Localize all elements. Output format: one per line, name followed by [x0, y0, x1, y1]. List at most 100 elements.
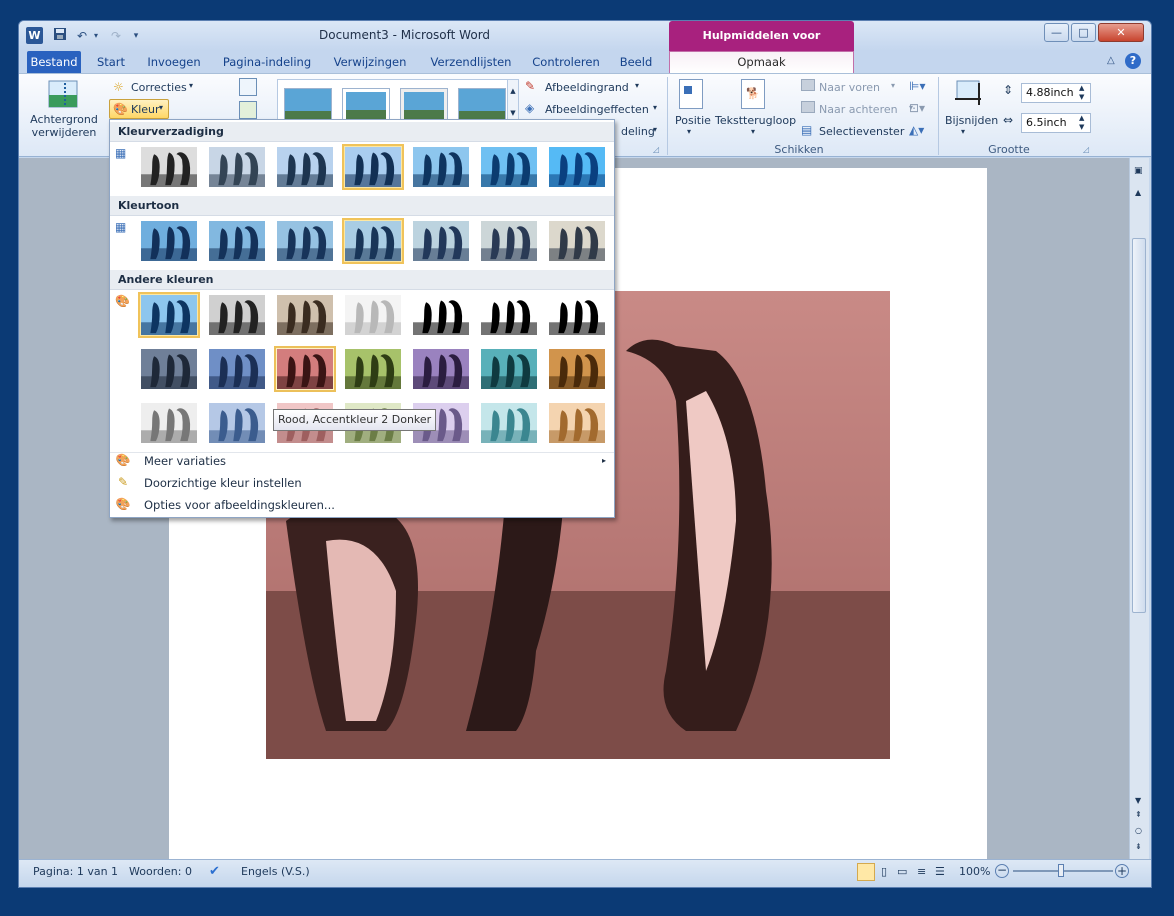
- crop-label[interactable]: Bijsnijden: [945, 114, 998, 127]
- picture-color-options-item[interactable]: Opties voor afbeeldingskleuren...: [136, 494, 614, 516]
- outline-view-icon[interactable]: ≡: [917, 864, 926, 880]
- recolor-swatch-10[interactable]: [274, 346, 336, 392]
- wrap-text-label[interactable]: Tekstterugloop: [715, 114, 796, 127]
- saturation-swatch-2[interactable]: [206, 144, 268, 190]
- zoom-slider-thumb[interactable]: [1058, 864, 1064, 877]
- recolor-swatch-3[interactable]: [274, 292, 336, 338]
- tab-review[interactable]: Controleren: [527, 52, 605, 72]
- tab-insert[interactable]: Invoegen: [143, 52, 205, 72]
- tone-swatch-4[interactable]: [342, 218, 404, 264]
- tone-swatch-6[interactable]: [478, 218, 540, 264]
- tone-swatch-3[interactable]: [274, 218, 336, 264]
- ruler-toggle-icon[interactable]: ▣: [1134, 166, 1143, 176]
- full-screen-reading-icon[interactable]: ▯: [881, 864, 887, 880]
- tone-swatch-7[interactable]: [546, 218, 608, 264]
- recolor-swatch-8[interactable]: [138, 346, 200, 392]
- saturation-swatch-3[interactable]: [274, 144, 336, 190]
- previous-page-icon[interactable]: ⇞: [1135, 810, 1142, 819]
- dialog-launcher-icon[interactable]: ◿: [653, 145, 659, 154]
- redo-icon[interactable]: ↷: [107, 27, 125, 45]
- recolor-swatch-2[interactable]: [206, 292, 268, 338]
- crop-icon[interactable]: [953, 79, 985, 107]
- close-button[interactable]: ✕: [1098, 23, 1144, 42]
- position-icon[interactable]: [679, 79, 703, 109]
- recolor-swatch-5[interactable]: [410, 292, 472, 338]
- send-backward-button[interactable]: Naar achteren ▾: [801, 101, 921, 119]
- saturation-swatch-5[interactable]: [410, 144, 472, 190]
- bring-forward-button[interactable]: Naar voren ▾: [801, 79, 921, 97]
- scroll-thumb[interactable]: [1132, 238, 1146, 613]
- language-indicator[interactable]: Engels (V.S.): [241, 864, 310, 880]
- minimize-ribbon-icon[interactable]: △: [1107, 55, 1115, 66]
- word-app-icon[interactable]: W: [26, 27, 43, 44]
- recolor-swatch-21[interactable]: [546, 400, 608, 446]
- picture-effects-button[interactable]: ◈ Afbeeldingeffecten ▾: [525, 101, 665, 119]
- recolor-swatch-11[interactable]: [342, 346, 404, 392]
- tab-start[interactable]: Start: [91, 52, 131, 72]
- scroll-up-icon[interactable]: ▲: [1135, 188, 1141, 197]
- align-icon[interactable]: ⊫▾: [909, 79, 925, 93]
- position-label[interactable]: Positie: [675, 114, 711, 127]
- color-button[interactable]: 🎨 Kleur ▾: [109, 99, 169, 119]
- minimize-button[interactable]: —: [1044, 23, 1069, 42]
- change-picture-icon[interactable]: [239, 101, 257, 119]
- page-count[interactable]: Pagina: 1 van 1: [33, 864, 118, 880]
- recolor-swatch-4[interactable]: [342, 292, 404, 338]
- recolor-swatch-13[interactable]: [478, 346, 540, 392]
- more-variations-item[interactable]: Meer variaties ▸: [136, 450, 614, 472]
- corrections-button[interactable]: ☼ Correcties ▾: [111, 79, 201, 97]
- saturation-swatch-6[interactable]: [478, 144, 540, 190]
- tone-swatch-5[interactable]: [410, 218, 472, 264]
- print-layout-view-icon[interactable]: [857, 863, 875, 881]
- browse-object-icon[interactable]: ○: [1135, 826, 1142, 835]
- tab-mailings[interactable]: Verzendlijsten: [423, 52, 519, 72]
- undo-dropdown-icon[interactable]: ▾: [87, 27, 105, 45]
- vertical-scrollbar[interactable]: ▣ ▲ ▼ ⇞ ○ ⇟: [1129, 158, 1149, 862]
- tone-swatch-1[interactable]: [138, 218, 200, 264]
- set-transparent-color-item[interactable]: Doorzichtige kleur instellen: [136, 472, 614, 494]
- next-page-icon[interactable]: ⇟: [1135, 842, 1142, 851]
- tab-format[interactable]: Opmaak: [669, 51, 854, 73]
- rotate-icon[interactable]: ◭▾: [909, 123, 924, 137]
- maximize-button[interactable]: □: [1071, 23, 1096, 42]
- chevron-down-icon[interactable]: ▾: [653, 125, 657, 134]
- tab-view[interactable]: Beeld: [615, 52, 657, 72]
- remove-background-icon[interactable]: [47, 79, 83, 111]
- chevron-down-icon[interactable]: ▾: [751, 127, 755, 136]
- wrap-text-icon[interactable]: 🐕: [741, 79, 765, 109]
- tab-file[interactable]: Bestand: [27, 51, 81, 73]
- chevron-down-icon[interactable]: ▾: [687, 127, 691, 136]
- draft-view-icon[interactable]: ☰: [935, 864, 945, 880]
- recolor-swatch-14[interactable]: [546, 346, 608, 392]
- zoom-in-icon[interactable]: +: [1115, 864, 1129, 878]
- saturation-swatch-4[interactable]: [342, 144, 404, 190]
- save-icon[interactable]: [51, 27, 69, 45]
- zoom-level[interactable]: 100%: [959, 864, 990, 880]
- saturation-swatch-7[interactable]: [546, 144, 608, 190]
- saturation-swatch-1[interactable]: [138, 144, 200, 190]
- recolor-swatch-12[interactable]: [410, 346, 472, 392]
- web-layout-icon[interactable]: ▭: [897, 864, 907, 880]
- recolor-swatch-7[interactable]: [546, 292, 608, 338]
- width-spinner[interactable]: ▲ ▼: [1079, 114, 1084, 132]
- proofing-icon[interactable]: ✔: [209, 864, 220, 880]
- selection-pane-button[interactable]: ▤ Selectievenster: [801, 123, 921, 141]
- picture-layout-label[interactable]: deling: [621, 125, 655, 138]
- compress-pictures-icon[interactable]: [239, 78, 257, 96]
- recolor-swatch-1[interactable]: [138, 292, 200, 338]
- recolor-swatch-15[interactable]: [138, 400, 200, 446]
- tab-references[interactable]: Verwijzingen: [327, 52, 413, 72]
- recolor-swatch-6[interactable]: [478, 292, 540, 338]
- dialog-launcher-icon[interactable]: ◿: [1083, 145, 1089, 154]
- help-icon[interactable]: ?: [1125, 53, 1141, 69]
- tone-swatch-2[interactable]: [206, 218, 268, 264]
- tab-page-layout[interactable]: Pagina-indeling: [217, 52, 317, 72]
- recolor-swatch-16[interactable]: [206, 400, 268, 446]
- customize-qat-icon[interactable]: ▾: [127, 27, 145, 45]
- chevron-down-icon[interactable]: ▾: [961, 127, 965, 136]
- remove-background-button[interactable]: Achtergrond verwijderen: [29, 113, 99, 139]
- word-count[interactable]: Woorden: 0: [129, 864, 192, 880]
- group-objects-icon[interactable]: ⊡▾: [909, 101, 925, 115]
- height-spinner[interactable]: ▲ ▼: [1079, 84, 1084, 102]
- scroll-down-icon[interactable]: ▼: [1135, 796, 1141, 805]
